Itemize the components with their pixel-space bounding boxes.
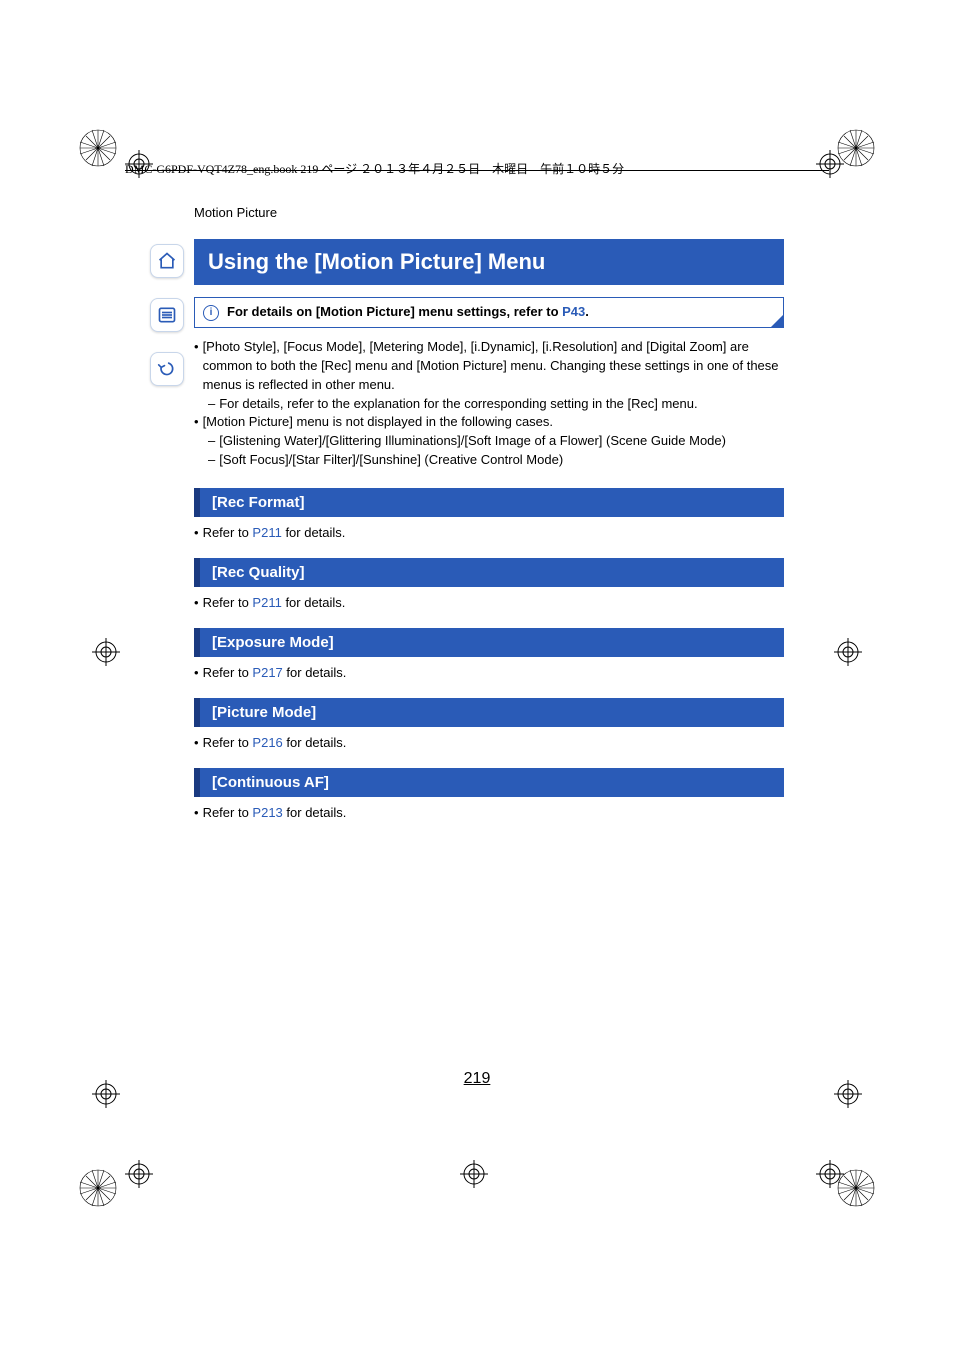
intro-block: [Photo Style], [Focus Mode], [Metering M…: [194, 338, 784, 470]
registration-crosshair-icon: [460, 1160, 488, 1188]
back-button[interactable]: [150, 352, 184, 386]
ref-line: Refer to P211 for details.: [194, 525, 784, 540]
sub-header-rec-quality: [Rec Quality]: [194, 558, 784, 587]
registration-crosshair-icon: [125, 1160, 153, 1188]
section-title: Using the [Motion Picture] Menu: [194, 239, 784, 285]
back-icon: [157, 359, 177, 379]
breadcrumb: Motion Picture: [194, 205, 784, 220]
callout-box: i For details on [Motion Picture] menu s…: [194, 297, 784, 328]
home-icon: [157, 251, 177, 271]
ref-line: Refer to P216 for details.: [194, 735, 784, 750]
book-file-text: DMC-G6PDF-VQT4Z78_eng.book 219 ページ ２０１３年…: [125, 162, 624, 176]
registration-crosshair-icon: [92, 638, 120, 666]
registration-crosshair-icon: [816, 1160, 844, 1188]
registration-radial-icon: [78, 1168, 118, 1208]
page-link[interactable]: P213: [252, 805, 282, 820]
callout-text: For details on [Motion Picture] menu set…: [227, 304, 589, 319]
ref-line: Refer to P211 for details.: [194, 595, 784, 610]
registration-crosshair-icon: [834, 638, 862, 666]
registration-radial-icon: [78, 128, 118, 168]
page-link[interactable]: P211: [252, 525, 281, 540]
page-link[interactable]: P217: [252, 665, 282, 680]
intro-dash-1: For details, refer to the explanation fo…: [208, 395, 784, 414]
callout-link[interactable]: P43: [562, 304, 585, 319]
ref-line: Refer to P217 for details.: [194, 665, 784, 680]
side-nav: [150, 244, 184, 386]
info-icon: i: [203, 305, 219, 321]
intro-bullet-2: [Motion Picture] menu is not displayed i…: [194, 413, 784, 432]
intro-dash-2: [Glistening Water]/[Glittering Illuminat…: [208, 432, 784, 451]
page-number: 219: [0, 1070, 954, 1088]
menu-icon: [157, 305, 177, 325]
ref-line: Refer to P213 for details.: [194, 805, 784, 820]
sub-header-exposure-mode: [Exposure Mode]: [194, 628, 784, 657]
intro-bullet-1: [Photo Style], [Focus Mode], [Metering M…: [194, 338, 784, 395]
sub-header-continuous-af: [Continuous AF]: [194, 768, 784, 797]
menu-button[interactable]: [150, 298, 184, 332]
home-button[interactable]: [150, 244, 184, 278]
intro-dash-3: [Soft Focus]/[Star Filter]/[Sunshine] (C…: [208, 451, 784, 470]
page-content: Motion Picture Using the [Motion Picture…: [194, 195, 784, 820]
header-rule: [125, 170, 829, 171]
sub-header-rec-format: [Rec Format]: [194, 488, 784, 517]
book-file-header: DMC-G6PDF-VQT4Z78_eng.book 219 ページ ２０１３年…: [125, 160, 829, 177]
page-link[interactable]: P211: [252, 595, 281, 610]
page-link[interactable]: P216: [252, 735, 282, 750]
sub-header-picture-mode: [Picture Mode]: [194, 698, 784, 727]
